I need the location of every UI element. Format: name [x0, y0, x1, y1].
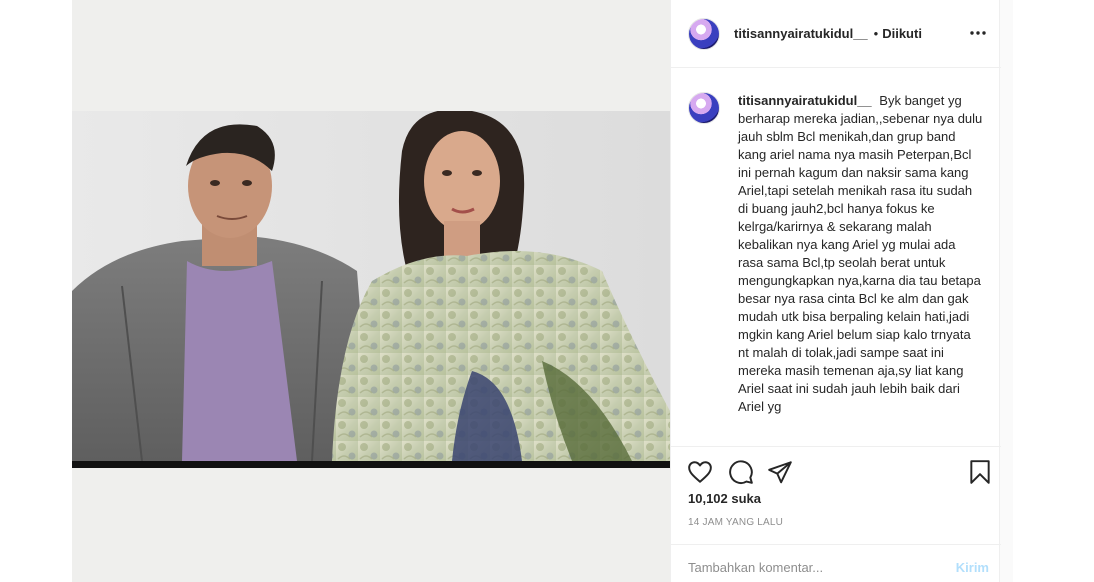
comment-icon[interactable] — [728, 459, 754, 485]
more-dots-icon — [970, 31, 986, 35]
post-photo — [72, 111, 670, 461]
following-status[interactable]: Diikuti — [882, 26, 922, 41]
post-header: titisannyairatukidul__ • Diikuti — [671, 0, 1001, 68]
post-comment-button[interactable]: Kirim — [956, 560, 989, 575]
post-side-panel: titisannyairatukidul__ • Diikuti titisan… — [670, 0, 1001, 582]
share-icon[interactable] — [767, 459, 793, 485]
page-margin-right — [1013, 0, 1094, 582]
heart-icon[interactable] — [687, 459, 713, 485]
caption-text: Byk banget yg berharap mereka jadian,,se… — [738, 93, 983, 414]
separator-dot: • — [873, 26, 879, 41]
post-media[interactable] — [72, 0, 670, 582]
caption-body: titisannyairatukidul__ Byk banget yg ber… — [738, 92, 983, 434]
bookmark-icon[interactable] — [967, 459, 993, 485]
post-actions — [671, 446, 1001, 494]
comment-bar: Kirim — [671, 544, 1001, 582]
more-icon[interactable] — [967, 22, 989, 44]
caption-avatar[interactable] — [688, 92, 720, 124]
avatar[interactable] — [688, 17, 720, 50]
caption-username[interactable]: titisannyairatukidul__ — [738, 93, 872, 108]
photo-illustration — [72, 111, 670, 461]
post-author-username[interactable]: titisannyairatukidul__ — [734, 26, 868, 41]
photo-bottom-bar — [72, 461, 670, 468]
comment-input[interactable] — [688, 557, 938, 577]
post-caption: titisannyairatukidul__ Byk banget yg ber… — [688, 92, 988, 434]
post-timestamp[interactable]: 14 JAM YANG LALU — [688, 517, 783, 528]
likes-count[interactable]: 10,102 suka — [688, 491, 761, 506]
page-margin-left — [0, 0, 72, 582]
